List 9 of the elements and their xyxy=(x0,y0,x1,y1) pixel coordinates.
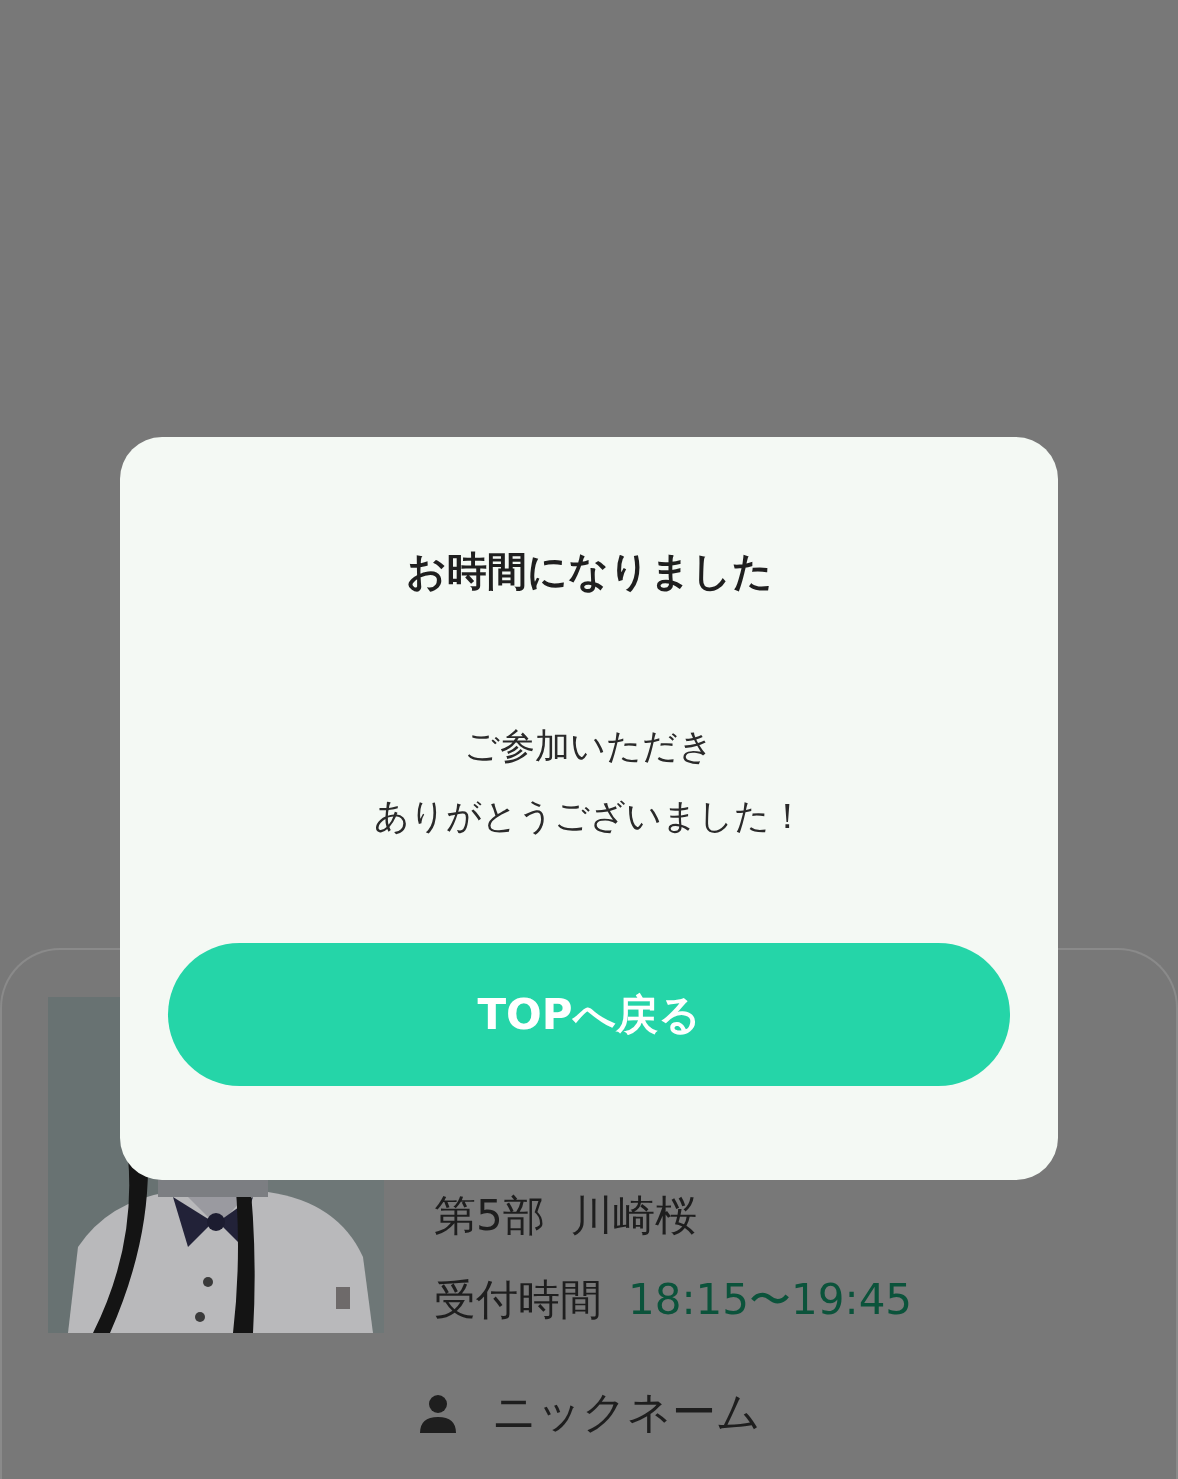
member-name: 川崎桜 xyxy=(570,1190,697,1242)
dialog-message: ありがとうございました！ xyxy=(373,795,805,838)
dialog-message: ご参加いただき xyxy=(464,725,714,768)
dialog-title: お時間になりました xyxy=(405,547,773,596)
session-label: 第5部 xyxy=(434,1190,545,1242)
time-label: 受付時間 xyxy=(434,1274,602,1326)
nickname-label: ニックネーム xyxy=(491,1385,761,1439)
back-to-top-button[interactable]: TOPへ戻る xyxy=(168,943,1010,1086)
reception-time: 18:15〜19:45 xyxy=(628,1274,913,1326)
